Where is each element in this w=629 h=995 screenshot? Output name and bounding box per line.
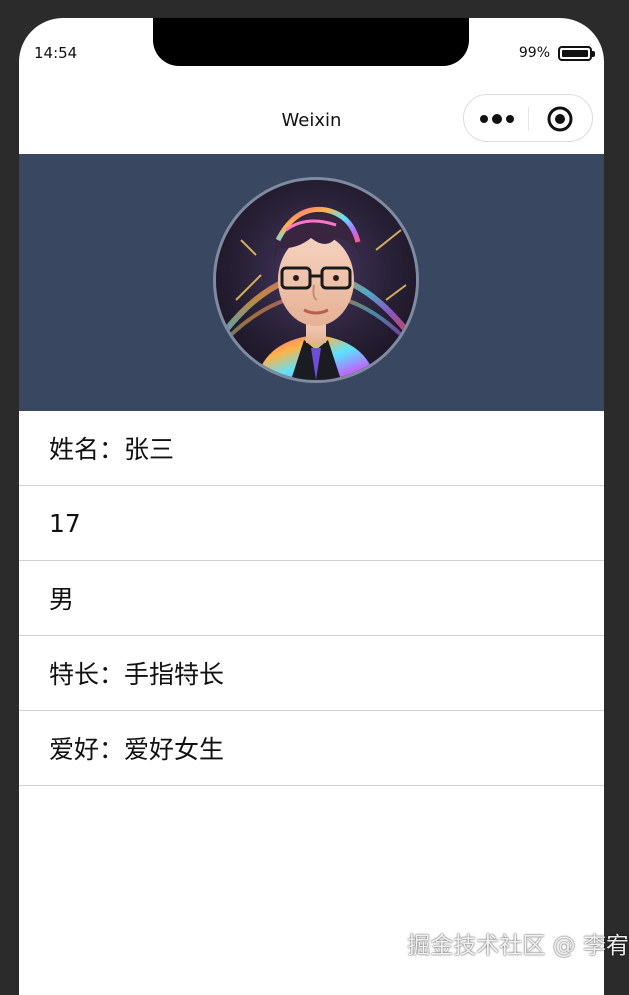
info-text: 姓名：张三	[49, 435, 175, 464]
info-text: 爱好：爱好女生	[49, 735, 225, 764]
status-right: 99%	[518, 45, 595, 61]
info-row-age: 17	[19, 486, 604, 561]
battery-icon	[558, 45, 595, 61]
info-text: 男	[49, 585, 75, 614]
avatar-illustration	[216, 180, 416, 380]
navbar: Weixin	[19, 88, 604, 154]
avatar[interactable]	[213, 177, 419, 383]
info-row-hobby: 爱好：爱好女生	[19, 711, 604, 786]
mini-program-capsule	[463, 94, 593, 142]
profile-header	[19, 154, 604, 411]
phone-screen: 14:54 99% Weixin 姓名：张三 17 男 特长：手指特长 爱好：爱…	[19, 18, 604, 995]
battery-percent: 99%	[518, 45, 550, 61]
capsule-divider	[528, 107, 529, 131]
info-row-name: 姓名：张三	[19, 411, 604, 486]
status-time: 14:54	[34, 44, 78, 62]
info-row-gender: 男	[19, 561, 604, 636]
more-dots-icon[interactable]	[479, 112, 515, 126]
watermark: 掘金技术社区 @ 李宥	[407, 933, 629, 959]
close-target-icon[interactable]	[547, 106, 573, 132]
info-row-specialty: 特长：手指特长	[19, 636, 604, 711]
info-text: 17	[49, 508, 81, 538]
notch	[153, 18, 469, 66]
battery-fill	[562, 49, 588, 57]
info-text: 特长：手指特长	[49, 660, 225, 689]
info-list: 姓名：张三 17 男 特长：手指特长 爱好：爱好女生	[19, 411, 604, 786]
